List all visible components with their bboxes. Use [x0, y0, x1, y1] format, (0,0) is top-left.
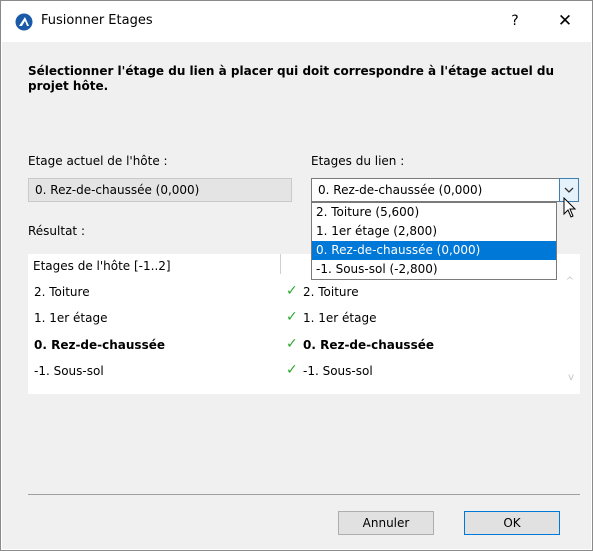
close-button[interactable]: ✕: [551, 7, 579, 35]
archicad-logo-icon: [15, 13, 33, 31]
host-floor-label: Etage actuel de l'hôte :: [28, 154, 168, 168]
host-floor-name: 1. 1er étage: [34, 311, 108, 325]
result-label: Résultat :: [28, 224, 85, 238]
link-floor-name: 2. Toiture: [303, 285, 359, 299]
dialog-body: Sélectionner l'étage du lien à placer qu…: [2, 42, 591, 549]
dropdown-option[interactable]: 1. 1er étage (2,800): [312, 222, 556, 241]
link-floors-label: Etages du lien :: [311, 154, 405, 168]
footer-divider: [28, 494, 580, 495]
link-floor-dropdown-list: 2. Toiture (5,600) 1. 1er étage (2,800) …: [311, 202, 557, 280]
ok-button[interactable]: OK: [464, 511, 560, 535]
merge-floors-dialog: Fusionner Etages ? ✕ Sélectionner l'étag…: [0, 0, 593, 551]
check-anchor-icon: ✓: [286, 336, 298, 352]
column-divider[interactable]: [280, 254, 281, 274]
link-floor-select[interactable]: 0. Rez-de-chaussée (0,000): [311, 178, 579, 202]
cancel-button[interactable]: Annuler: [338, 511, 434, 535]
scroll-up-icon[interactable]: ^: [566, 276, 574, 287]
help-button[interactable]: ?: [501, 7, 529, 35]
dropdown-option[interactable]: 2. Toiture (5,600): [312, 203, 556, 222]
result-row-current[interactable]: 0. Rez-de-chaussée ✓ 0. Rez-de-chaussée: [28, 335, 558, 357]
window-title: Fusionner Etages: [41, 13, 153, 28]
scroll-down-icon[interactable]: v: [568, 372, 574, 383]
check-icon: ✓: [286, 309, 298, 325]
host-floor-name: 2. Toiture: [34, 285, 90, 299]
link-floor-name: -1. Sous-sol: [303, 364, 373, 378]
host-floors-column-header: Etages de l'hôte [-1..2]: [33, 259, 171, 273]
link-floor-name: 0. Rez-de-chaussée: [303, 338, 434, 352]
check-icon: ✓: [286, 362, 298, 378]
result-row[interactable]: 1. 1er étage ✓ 1. 1er étage: [28, 308, 558, 330]
dropdown-option[interactable]: -1. Sous-sol (-2,800): [312, 260, 556, 279]
dropdown-option-selected[interactable]: 0. Rez-de-chaussée (0,000): [312, 241, 556, 260]
mouse-cursor-icon: [563, 196, 577, 222]
host-floor-field: 0. Rez-de-chaussée (0,000): [28, 178, 292, 202]
result-row[interactable]: 2. Toiture ✓ 2. Toiture: [28, 282, 558, 304]
link-floor-selected-value: 0. Rez-de-chaussée (0,000): [318, 183, 483, 197]
host-floor-name: 0. Rez-de-chaussée: [34, 338, 165, 352]
instruction-text: Sélectionner l'étage du lien à placer qu…: [28, 64, 555, 93]
check-icon: ✓: [286, 283, 298, 299]
result-row[interactable]: -1. Sous-sol ✓ -1. Sous-sol: [28, 361, 558, 383]
link-floor-name: 1. 1er étage: [303, 311, 377, 325]
title-bar: Fusionner Etages ? ✕: [1, 1, 592, 41]
host-floor-name: -1. Sous-sol: [34, 364, 104, 378]
